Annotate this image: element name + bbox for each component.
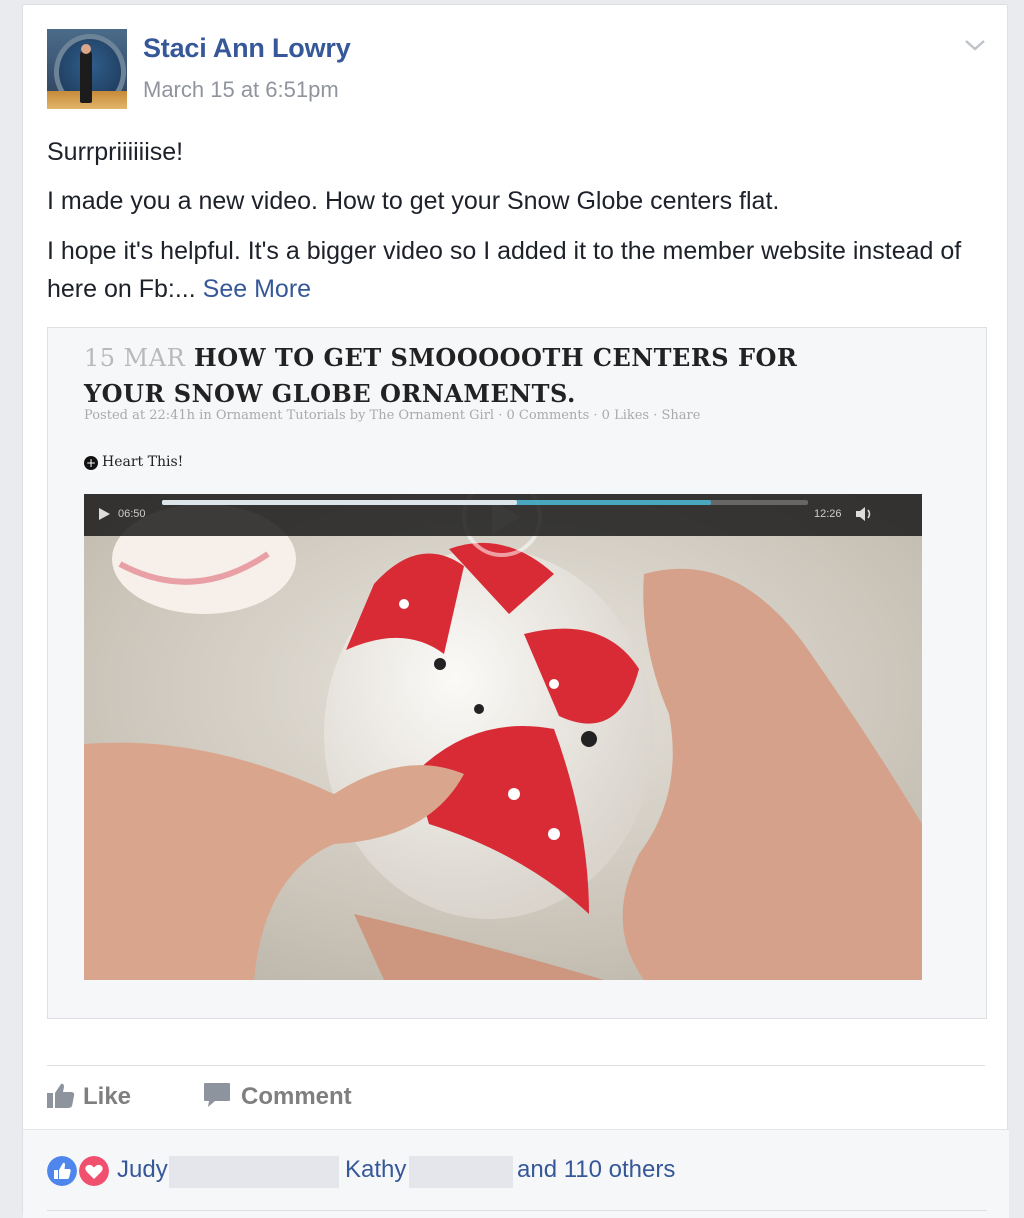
video-progress-bar bbox=[162, 500, 518, 505]
video-frame bbox=[84, 494, 922, 980]
reactions-others[interactable]: and 110 others bbox=[517, 1156, 675, 1184]
like-reaction-icon bbox=[45, 1154, 79, 1188]
play-icon[interactable] bbox=[98, 508, 110, 520]
volume-icon[interactable] bbox=[856, 506, 874, 522]
redacted-name-2 bbox=[409, 1156, 513, 1188]
article-meta: Posted at 22:41h in Ornament Tutorials b… bbox=[84, 408, 701, 423]
redacted-name-1 bbox=[169, 1156, 339, 1188]
article-title-text: HOW TO GET SMOOOOOTH CENTERS FOR YOUR SN… bbox=[84, 343, 798, 408]
thumbs-up-icon bbox=[47, 1083, 75, 1108]
post-card: Staci Ann Lowry March 15 at 6:51pm Surrp… bbox=[22, 4, 1009, 1218]
like-button[interactable]: Like bbox=[47, 1082, 131, 1111]
chevron-down-icon[interactable] bbox=[963, 33, 987, 57]
reactions-bar[interactable]: Judy Kathy and 110 others bbox=[23, 1129, 1009, 1218]
reactor-name-1[interactable]: Judy bbox=[117, 1156, 168, 1184]
post-timestamp[interactable]: March 15 at 6:51pm bbox=[143, 77, 339, 103]
article-title[interactable]: 15 MAR HOW TO GET SMOOOOOTH CENTERS FOR … bbox=[84, 340, 844, 411]
video-current-time: 06:50 bbox=[118, 508, 146, 520]
author-name[interactable]: Staci Ann Lowry bbox=[143, 33, 351, 64]
see-more-link[interactable]: See More bbox=[203, 275, 311, 303]
video-seek-bar[interactable] bbox=[162, 500, 808, 505]
post-text-line-1: Surrpriiiiiise! bbox=[47, 138, 184, 166]
post-text-line-2: I made you a new video. How to get your … bbox=[47, 187, 780, 215]
heart-this-button[interactable]: + Heart This! bbox=[84, 454, 183, 470]
heart-this-label: Heart This! bbox=[102, 454, 184, 470]
author-avatar[interactable] bbox=[47, 29, 127, 109]
love-reaction-icon bbox=[77, 1154, 111, 1188]
comment-label: Comment bbox=[241, 1083, 352, 1110]
post-text-paragraph: I hope it's helpful. It's a bigger video… bbox=[47, 232, 977, 308]
link-preview[interactable]: 15 MAR HOW TO GET SMOOOOOTH CENTERS FOR … bbox=[47, 327, 987, 1019]
post-text-line-3: I hope it's helpful. It's a bigger video… bbox=[47, 237, 962, 303]
article-date: 15 MAR bbox=[84, 344, 186, 372]
video-duration: 12:26 bbox=[814, 508, 842, 520]
video-player[interactable]: 06:50 12:26 bbox=[84, 494, 922, 980]
reactions-divider bbox=[47, 1210, 987, 1211]
like-label: Like bbox=[83, 1083, 132, 1110]
video-controls: 06:50 12:26 bbox=[84, 494, 922, 536]
plus-circle-icon: + bbox=[84, 456, 98, 470]
reactor-name-2[interactable]: Kathy bbox=[345, 1156, 406, 1184]
comment-icon bbox=[204, 1083, 230, 1107]
actions-divider bbox=[47, 1065, 985, 1066]
comment-button[interactable]: Comment bbox=[203, 1082, 352, 1111]
